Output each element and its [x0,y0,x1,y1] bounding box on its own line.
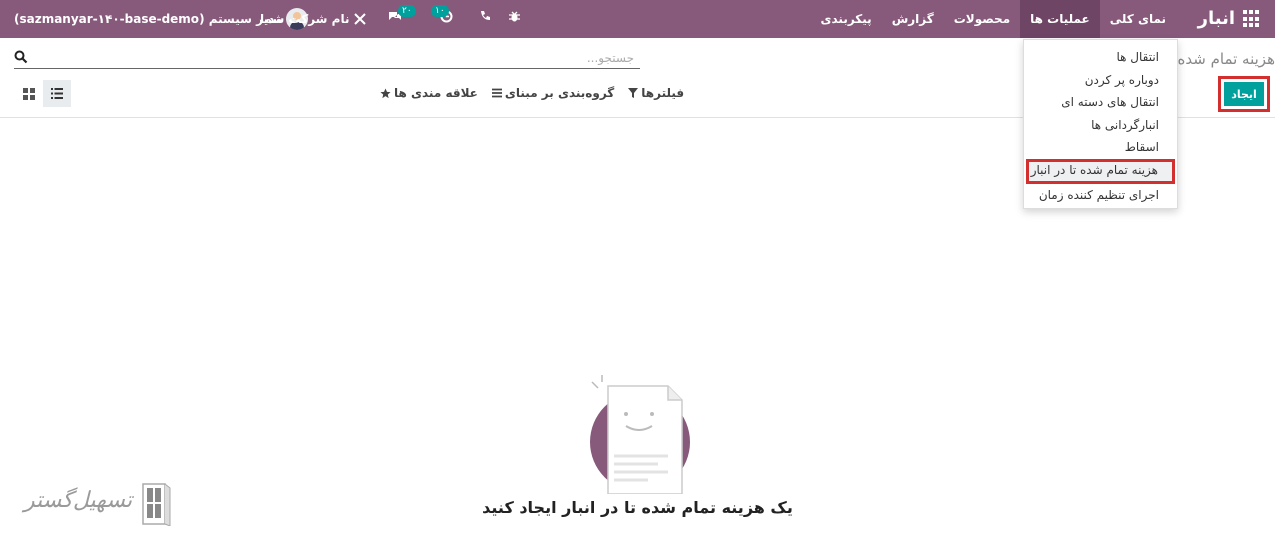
app-brand[interactable]: انبار [1198,8,1235,29]
company-switcher[interactable]: نام شرکت شما [260,12,367,26]
page-title: هزینه تمام شده تا در انبار [1175,50,1275,68]
view-switcher [15,80,71,107]
menu-item-configuration[interactable]: پیکربندی [811,0,882,38]
watermark: تسهیل‌گستر [24,482,174,527]
empty-state-title: یک هزینه تمام شده تا در انبار ایجاد کنید [482,498,793,517]
dropdown-item-transfers[interactable]: انتقال ها [1024,46,1177,69]
bug-icon[interactable] [508,10,521,27]
favorites-label: علاقه مندی ها [394,86,478,100]
search-input[interactable] [34,47,634,68]
dropdown-item-run-scheduler[interactable]: اجرای تنظیم کننده زمان [1024,184,1177,207]
watermark-text: تسهیل‌گستر [24,488,133,513]
groupby-button[interactable]: گروه‌بندی بر مبنای [491,86,615,100]
kanban-icon [23,87,35,100]
list-icon [491,88,502,98]
list-view-icon [51,88,63,99]
star-icon [380,87,391,98]
filters-label: فیلترها [641,86,685,100]
kanban-view-button[interactable] [15,80,43,107]
dropdown-item-batch-transfers[interactable]: انتقال های دسته ای [1024,91,1177,114]
filter-icon [628,88,639,98]
dropdown-item-scrap[interactable]: اسقاط [1024,136,1177,159]
main-menu: نمای کلی عملیات ها محصولات گزارش پیکربند… [811,0,1177,38]
activities-badge: ۱۰ [431,5,449,17]
dropdown-item-landed-costs[interactable]: هزینه تمام شده تا در انبار [1026,158,1175,184]
search-options: فیلترها گروه‌بندی بر مبنای علاقه مندی ها [380,86,684,100]
messages-badge: ۲۰ [398,5,416,17]
menu-item-operations[interactable]: عملیات ها [1020,0,1100,38]
menu-item-products[interactable]: محصولات [944,0,1020,38]
operations-dropdown: انتقال ها دوباره پر کردن انتقال های دسته… [1023,39,1178,209]
menu-item-reporting[interactable]: گزارش [882,0,944,38]
user-name: مدیر سیستم (sazmanyar-۱۴۰-base-demo) [14,12,283,26]
search-icon[interactable] [14,50,28,64]
filters-button[interactable]: فیلترها [628,86,684,100]
chat-icon[interactable]: ۲۰ [388,5,416,27]
create-button-highlight: ایجاد [1218,76,1270,112]
favorites-button[interactable]: علاقه مندی ها [380,86,478,100]
groupby-label: گروه‌بندی بر مبنای [504,86,615,100]
phone-icon[interactable] [479,10,491,26]
company-name: نام شرکت شما [260,12,350,26]
search-bar [14,47,640,69]
list-view-button[interactable] [43,80,71,107]
create-button[interactable]: ایجاد [1224,82,1264,106]
empty-document-illustration [590,375,690,494]
clock-icon[interactable]: ۱۰ [431,5,453,27]
top-navbar: انبار نمای کلی عملیات ها محصولات گزارش پ… [0,0,1275,38]
dropdown-item-replenishment[interactable]: دوباره پر کردن [1024,69,1177,92]
tools-icon [354,13,367,25]
menu-item-overview[interactable]: نمای کلی [1100,0,1176,38]
apps-grid-icon[interactable] [1243,10,1261,28]
dropdown-item-inventory-adjustments[interactable]: انبارگردانی ها [1024,114,1177,137]
watermark-logo-icon [142,483,171,526]
